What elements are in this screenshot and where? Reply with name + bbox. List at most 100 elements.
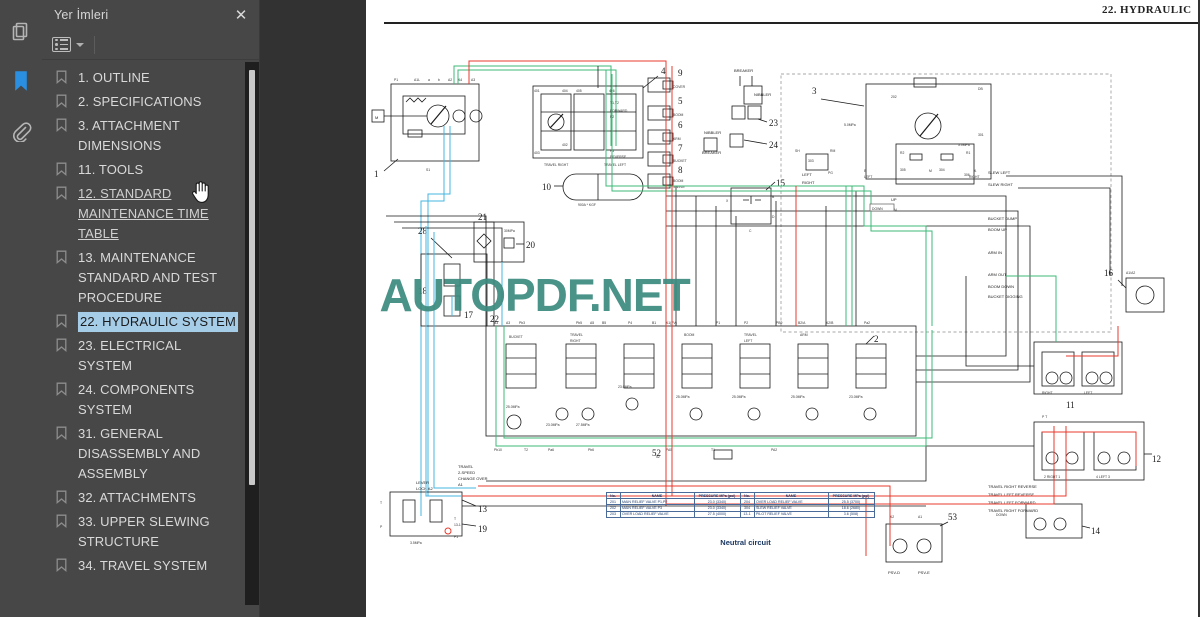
svg-text:Pb10: Pb10 [494,448,502,452]
svg-text:27.5MPa: 27.5MPa [576,423,590,427]
bookmark-item-1[interactable]: 1. OUTLINE [42,66,259,90]
svg-text:TRAVEL: TRAVEL [744,333,757,337]
chevron-down-icon[interactable] [76,42,84,47]
svg-text:BOOM: BOOM [673,113,684,117]
svg-text:RIGHT: RIGHT [969,175,980,179]
svg-text:CHANGE OVER: CHANGE OVER [458,476,488,481]
svg-text:9: 9 [678,68,683,78]
svg-text:Pb6: Pb6 [588,448,594,452]
svg-text:PSV-D: PSV-D [888,570,900,575]
svg-text:401: 401 [534,89,540,93]
pdf-reader-window: Yer İmleri ✕ 1. OUTLINE 2. SPECIFICATIONS… [0,0,1200,617]
table-cell: 13-1 [739,510,755,518]
svg-text:D: D [772,215,775,219]
svg-text:P1: P1 [394,78,398,82]
svg-text:R1: R1 [966,151,970,155]
svg-text:b: b [438,78,440,82]
svg-text:LEVER: LEVER [416,480,429,485]
svg-text:T: T [454,517,456,521]
document-viewport[interactable]: 22. HYDRAULIC .bk { fill:none; stroke:#1… [363,0,1200,617]
bookmark-icon[interactable] [4,64,38,98]
svg-text:ARM: ARM [800,333,808,337]
bookmarks-panel: Yer İmleri ✕ 1. OUTLINE 2. SPECIFICATIONS… [42,0,272,617]
svg-text:ARM OUT: ARM OUT [988,272,1007,277]
svg-text:304: 304 [939,168,945,172]
bookmark-item-4[interactable]: 11. TOOLS [42,158,259,182]
svg-text:16: 16 [1104,268,1114,278]
svg-text:4: 4 [661,66,666,76]
svg-text:2 RIGHT 1: 2 RIGHT 1 [1044,475,1060,479]
attachment-paperclip-icon[interactable] [4,114,38,148]
bookmark-list[interactable]: 1. OUTLINE 2. SPECIFICATIONS 3. ATTACHMENT… [42,60,259,617]
bookmark-item-11[interactable]: 32. ATTACHMENTS [42,486,259,510]
svg-text:BOOM UP: BOOM UP [988,227,1007,232]
svg-text:23.0MPa: 23.0MPa [849,395,863,399]
svg-text:301: 301 [978,133,984,137]
viewer-gutter-left [260,0,363,617]
svg-text:A4: A4 [458,78,462,82]
svg-text:A2: A2 [890,515,894,519]
svg-text:SLEW LEFT: SLEW LEFT [988,170,1011,175]
svg-text:RIGHT: RIGHT [1042,391,1053,395]
svg-text:305: 305 [900,168,906,172]
svg-text:19: 19 [478,524,488,534]
svg-text:A1(PV): A1(PV) [666,321,677,325]
svg-text:A1: A1 [918,515,922,519]
pages-thumbnail-icon[interactable] [4,14,38,48]
bookmarks-panel-header: Yer İmleri ✕ [42,0,259,30]
svg-text:13-1: 13-1 [454,523,461,527]
bookmark-item-3[interactable]: 3. ATTACHMENT DIMENSIONS [42,114,259,158]
bookmark-item-10[interactable]: 31. GENERAL DISASSEMBLY AND ASSEMBLY [42,422,259,486]
bookmark-item-12[interactable]: 33. UPPER SLEWING STRUCTURE [42,510,259,554]
table-cell: PILOT RELIEF VALVE [753,510,829,518]
bookmark-mark-icon [56,94,70,110]
svg-text:PG: PG [828,171,833,175]
svg-text:5: 5 [678,96,683,106]
bookmark-item-6[interactable]: 13. MAINTENANCE STANDARD AND TEST PROCED… [42,246,259,310]
svg-text:23.0MPa: 23.0MPa [546,423,560,427]
svg-text:DOWN: DOWN [996,513,1007,517]
svg-text:Pa6: Pa6 [548,448,554,452]
bookmark-item-13[interactable]: 34. TRAVEL SYSTEM [42,554,259,578]
svg-text:A1/A2: A1/A2 [1126,271,1135,275]
bookmark-item-label: 11. TOOLS [78,162,144,177]
bookmark-item-5[interactable]: 12. STANDARD MAINTENANCE TIME TABLE [42,182,259,246]
bookmark-options-button[interactable] [52,37,84,52]
bookmarks-scrollbar[interactable] [245,62,259,605]
svg-text:TRAVEL RIGHT REVERSE: TRAVEL RIGHT REVERSE [988,484,1037,489]
svg-text:BREAKER: BREAKER [734,68,753,73]
close-icon[interactable]: ✕ [231,5,251,25]
svg-text:A: A [974,169,977,173]
svg-text:B2/A: B2/A [798,321,806,325]
svg-text:P1: P1 [716,321,720,325]
bookmark-item-2[interactable]: 2. SPECIFICATIONS [42,90,259,114]
svg-text:202: 202 [891,95,897,99]
bookmark-item-7[interactable]: 22. HYDRAULIC SYSTEM [42,310,259,334]
svg-text:BOOM DOWN: BOOM DOWN [988,284,1014,289]
svg-text:25.0MPa: 25.0MPa [732,395,746,399]
svg-text:A1: A1 [458,482,464,487]
bookmark-item-8[interactable]: 23. ELECTRICAL SYSTEM [42,334,259,378]
bookmark-mark-icon [56,162,70,178]
svg-text:8: 8 [678,165,683,175]
svg-text:LEFT: LEFT [744,339,752,343]
svg-text:B5: B5 [602,321,606,325]
svg-text:M: M [929,169,932,173]
sidebar-icon-rail [0,0,51,617]
bookmark-item-label: 23. ELECTRICAL SYSTEM [78,338,181,373]
svg-text:BOOM: BOOM [673,179,684,183]
svg-text:TRAVEL: TRAVEL [570,333,583,337]
panel-title: Yer İmleri [54,8,109,22]
bookmark-item-label: 24. COMPONENTS SYSTEM [78,382,195,417]
svg-text:DB: DB [978,87,983,91]
svg-text:NIBBLER: NIBBLER [754,92,771,97]
svg-text:PB9: PB9 [776,321,783,325]
table-body: 201 MAIN RELIEF VALVE P1,P2 23.0 (3340) 204… [605,498,875,518]
svg-text:B1: B1 [652,321,656,325]
bookmarks-scrollbar-thumb[interactable] [249,70,255,485]
svg-text:6: 6 [678,120,683,130]
bookmark-item-9[interactable]: 24. COMPONENTS SYSTEM [42,378,259,422]
table-cell: 3.6 (508) [827,510,875,518]
svg-text:RM: RM [830,149,835,153]
svg-text:TRAVEL LEFT: TRAVEL LEFT [604,163,626,167]
